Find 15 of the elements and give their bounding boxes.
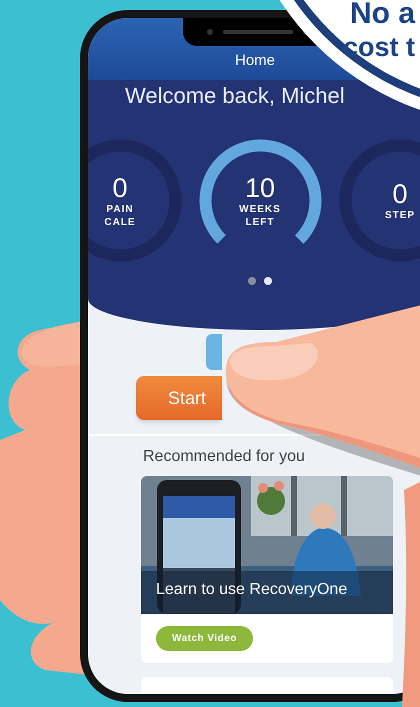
stat-label: WEEKS bbox=[239, 202, 281, 216]
header-title: Home bbox=[234, 50, 275, 70]
stat-value: 0 bbox=[112, 172, 128, 202]
stat-label: CALE bbox=[104, 216, 136, 228]
stat-value: 10 bbox=[244, 172, 276, 202]
stat-label: STEP bbox=[384, 209, 416, 222]
stat-value: 0 bbox=[392, 179, 408, 209]
watch-video-button[interactable]: Watch Video bbox=[156, 626, 253, 651]
stat-label: LEFT bbox=[246, 216, 274, 228]
card-title: Learn to use RecoveryOne bbox=[156, 580, 348, 600]
stat-label: PAIN bbox=[106, 202, 134, 216]
section-title: Recommended for you bbox=[143, 447, 306, 467]
welcome-text: Welcome back, Michel bbox=[125, 82, 345, 110]
badge-text: No a bbox=[350, 0, 416, 32]
start-button[interactable]: Start bbox=[136, 376, 222, 420]
